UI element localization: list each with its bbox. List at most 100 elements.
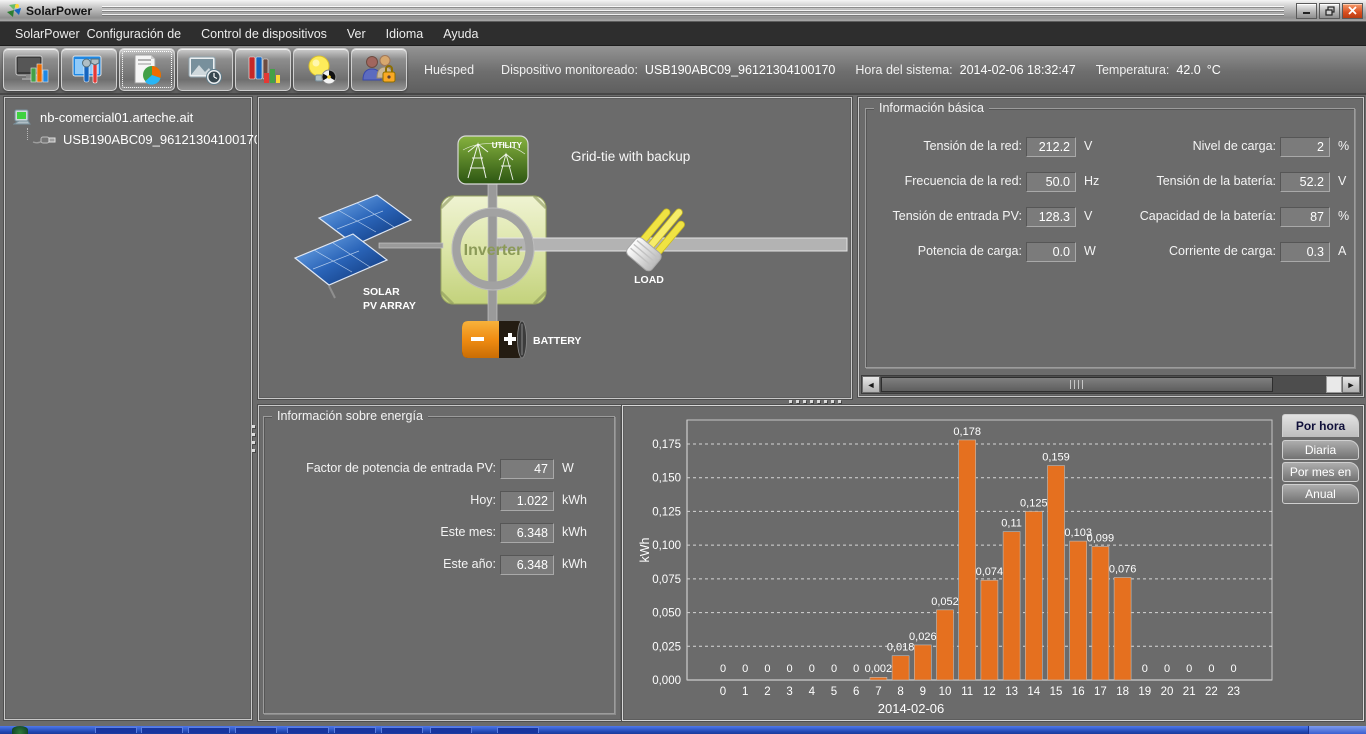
taskbar-item-3[interactable] [188,727,230,733]
xtick-9: 9 [920,686,926,698]
library-chart-icon [245,54,281,86]
bar-14 [1025,511,1042,680]
inverter-label: Inverter [464,242,523,259]
bar-value-4: 0 [809,663,815,675]
toolbar-settings-button[interactable] [61,48,117,91]
status-user: Huésped [424,63,481,77]
bar-value-22: 0 [1208,663,1214,675]
bar-value-1: 0 [742,663,748,675]
ytick-7: 0,175 [652,439,681,451]
taskbar-item-6[interactable] [334,727,376,733]
menu-item-4[interactable]: Ver [337,22,376,46]
menu-item-1[interactable]: SolarPower [5,22,83,46]
xtick-3: 3 [786,686,792,698]
menu-bar: SolarPowerConfiguración deControl de dis… [0,22,1366,46]
taskbar-item-9[interactable] [497,727,539,733]
xtick-1: 1 [742,686,748,698]
status-time-label: Hora del sistema: [855,63,952,77]
field-unit-basic-3: V [1338,174,1346,188]
scrollbar-track[interactable] [880,376,1326,393]
status-temperature-value: 42.0 [1176,63,1200,77]
xtick-7: 7 [875,686,881,698]
os-taskbar[interactable] [0,726,1366,734]
start-button[interactable] [12,726,28,734]
field-unit-basic-5: % [1338,209,1349,223]
menu-item-5[interactable]: Idioma [376,22,434,46]
bar-18 [1114,578,1131,680]
usb-device-icon [32,133,56,145]
chart-tab-diaria[interactable]: Diaria [1282,440,1359,460]
ytick-0: 0,000 [652,675,681,687]
bar-value-18: 0,076 [1109,564,1137,576]
xtick-16: 16 [1072,686,1085,698]
status-device-label: Dispositivo monitoreado: [501,63,638,77]
load-label: LOAD [634,274,664,286]
title-bar: SolarPower [0,0,1366,22]
basic-info-scrollbar[interactable]: ◄ ► [861,375,1361,394]
toolbar-report-button[interactable] [119,48,175,91]
tree-node-host[interactable]: nb-comercial01.arteche.ait [5,106,251,128]
hourly-energy-chart: 0,0000,0250,0500,0750,1000,1250,1500,175… [623,406,1363,720]
field-unit-basic-1: % [1338,139,1349,153]
toolbar-photo-clock-button[interactable] [177,48,233,91]
bulb-energy-icon [303,54,339,86]
scrollbar-thumb[interactable] [881,377,1273,392]
window-title: SolarPower [26,4,92,18]
scroll-left-button[interactable]: ◄ [862,376,880,393]
status-time: Hora del sistema: 2014-02-06 18:32:47 [855,63,1075,77]
tree-node-device[interactable]: USB190ABC09_96121304100170 [5,128,251,150]
menu-item-3[interactable]: Control de dispositivos [191,22,337,46]
solar-label-line2: PV ARRAY [363,300,416,312]
chart-tab-por-hora[interactable]: Por hora [1282,414,1359,437]
close-button[interactable] [1342,3,1363,19]
field-value-basic-7: 0.3 [1280,242,1330,262]
chart-tab-por-mes-en[interactable]: Por mes en [1282,462,1359,482]
vertical-splitter[interactable] [252,425,255,452]
bar-10 [937,610,954,680]
toolbar-monitor-chart-button[interactable] [3,48,59,91]
taskbar-item-4[interactable] [235,727,277,733]
menu-item-6[interactable]: Ayuda [433,22,488,46]
minimize-button[interactable] [1296,3,1317,19]
xtick-8: 8 [897,686,903,698]
scroll-right-button[interactable]: ► [1342,376,1360,393]
xtick-19: 19 [1138,686,1151,698]
field-value-basic-4: 128.3 [1026,207,1076,227]
xtick-22: 22 [1205,686,1218,698]
app-window: SolarPower SolarPowerConfiguración deCon… [0,0,1366,734]
field-unit-energy-0: W [562,461,574,475]
xtick-6: 6 [853,686,859,698]
bar-value-6: 0 [853,663,859,675]
bar-16 [1070,541,1087,680]
titlebar-grip[interactable] [102,6,1284,17]
energy-chart-panel: 0,0000,0250,0500,0750,1000,1250,1500,175… [622,405,1364,721]
field-value-basic-0: 212.2 [1026,137,1076,157]
toolbar-users-security-button[interactable] [351,48,407,91]
field-label-basic-7: Corriente de carga: [1104,244,1276,258]
taskbar-item-7[interactable] [381,727,423,733]
field-label-energy-3: Este año: [274,557,496,571]
bar-value-3: 0 [787,663,793,675]
app-logo-icon [6,3,22,19]
tree-branch-line [27,128,28,140]
field-label-basic-2: Frecuencia de la red: [874,174,1022,188]
taskbar-item-2[interactable] [141,727,183,733]
field-value-energy-2: 6.348 [500,523,554,543]
taskbar-item-5[interactable] [287,727,329,733]
menu-item-2[interactable]: Configuración de [83,22,192,46]
field-label-basic-5: Capacidad de la batería: [1104,209,1276,223]
taskbar-item-8[interactable] [430,727,472,733]
bar-9 [914,645,931,680]
energy-info-title: Información sobre energía [272,409,428,423]
monitor-chart-icon [13,54,49,86]
tree-host-label: nb-comercial01.arteche.ait [40,110,193,125]
toolbar-status: HuéspedDispositivo monitoreado:USB190ABC… [424,63,1221,77]
chart-tab-anual[interactable]: Anual [1282,484,1359,504]
toolbar-bulb-energy-button[interactable] [293,48,349,91]
settings-tools-icon [71,54,107,86]
taskbar-item-1[interactable] [95,727,137,733]
horizontal-splitter[interactable] [789,400,841,403]
toolbar-library-chart-button[interactable] [235,48,291,91]
status-time-value: 2014-02-06 18:32:47 [960,63,1076,77]
restore-button[interactable] [1319,3,1340,19]
